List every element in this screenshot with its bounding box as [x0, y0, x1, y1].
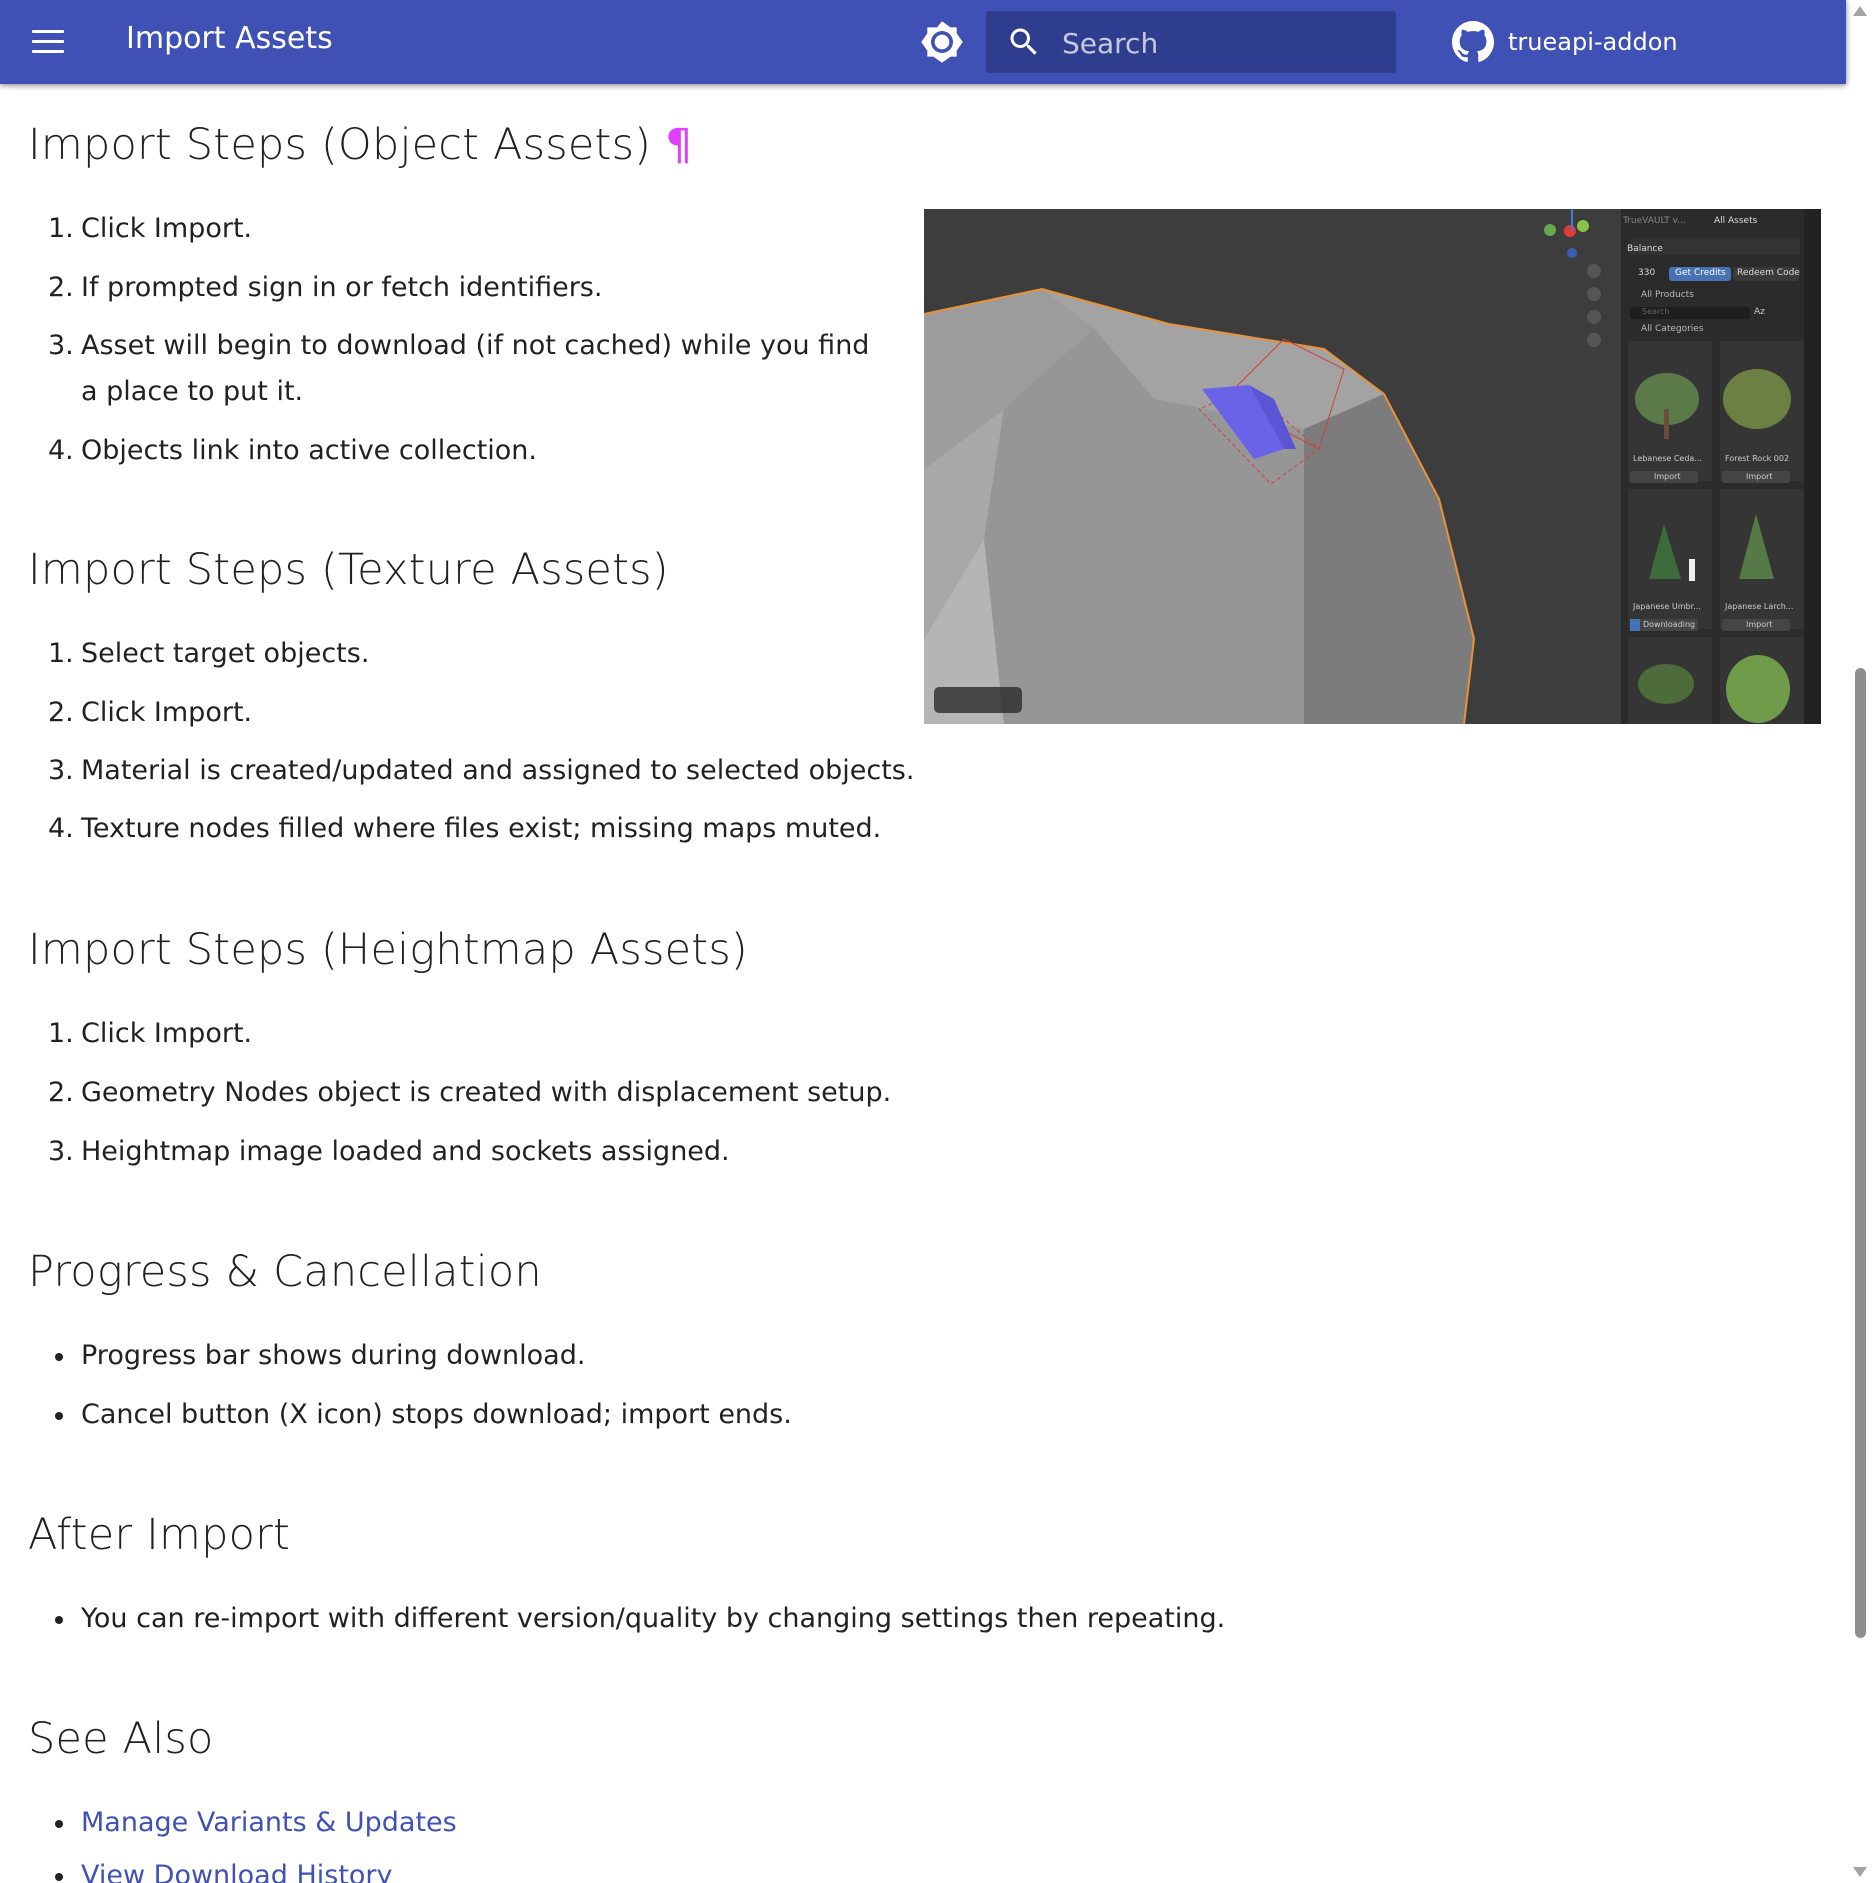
asset-name: Japanese Umbr... — [1633, 602, 1701, 611]
page-title: Import Assets — [126, 21, 333, 56]
panel-title: TrueVAULT v... — [1623, 216, 1686, 226]
panel-scope: All Assets — [1714, 216, 1758, 226]
asset-name: Lebanese Ceda... — [1633, 454, 1702, 463]
repo-name: trueapi-addon — [1508, 28, 1678, 56]
menu-icon[interactable] — [30, 27, 66, 57]
list-item: 1. Click Import. — [48, 213, 253, 244]
search-placeholder: Search — [1062, 27, 1159, 60]
list-item: 3. Heightmap image loaded and sockets ass… — [48, 1136, 730, 1167]
brightness-icon[interactable] — [920, 20, 964, 64]
section-heading-progress: Progress & Cancellation — [28, 1247, 542, 1297]
balance-label: Balance — [1627, 244, 1663, 254]
categories-label: All Categories — [1641, 324, 1704, 334]
section-heading-heightmap-assets: Import Steps (Heightmap Assets) — [28, 925, 748, 975]
section-heading-after-import: After Import — [28, 1510, 291, 1560]
texture-steps-list: 1. Select target objects. 2. Click Import.… — [28, 631, 914, 852]
object-steps-list: 1. Click Import. 2. If prompted sign in or… — [28, 206, 888, 474]
list-item: Manage Variants & Updates — [28, 1800, 457, 1846]
list-item: 1. Click Import. — [48, 1018, 253, 1049]
link-manage-variants[interactable]: Manage Variants & Updates — [81, 1807, 457, 1838]
asset-action: Import — [1746, 472, 1773, 481]
products-label: All Products — [1641, 290, 1694, 300]
github-icon — [1452, 21, 1494, 62]
heightmap-steps-list: 1. Click Import. 2. Geometry Nodes object … — [28, 1011, 891, 1175]
asset-action: Import — [1654, 472, 1681, 481]
section-heading-see-also: See Also — [28, 1714, 214, 1764]
see-also-list: Manage Variants & Updates View Download … — [28, 1800, 457, 1883]
blender-screenshot: TrueVAULT v... All Assets Balance 330 Ge… — [924, 209, 1821, 724]
search-icon — [1010, 28, 1037, 55]
list-item: 3. Material is created/updated and assign… — [48, 755, 915, 786]
scroll-up-arrow-icon[interactable] — [1853, 6, 1867, 16]
list-item: 2. If prompted sign in or fetch identifie… — [48, 272, 603, 303]
list-item: 4. Texture nodes filled where files exist… — [48, 813, 882, 844]
list-item: You can re-import with different version… — [28, 1596, 1225, 1642]
list-item: 2. Geometry Nodes object is created with … — [48, 1077, 892, 1108]
after-import-list: You can re-import with different version… — [28, 1596, 1225, 1642]
scrollbar-thumb[interactable] — [1855, 668, 1866, 1638]
scrollbar[interactable] — [1846, 0, 1873, 1883]
search-input[interactable]: Search — [986, 11, 1396, 73]
list-item: View Download History — [28, 1853, 457, 1883]
asset-name: Forest Rock 002 — [1725, 454, 1790, 463]
section-heading-texture-assets: Import Steps (Texture Assets) — [28, 545, 669, 595]
repository-link[interactable]: trueapi-addon — [1452, 20, 1678, 64]
list-item: Progress bar shows during download. — [28, 1333, 792, 1379]
progress-list: Progress bar shows during download. Canc… — [28, 1333, 792, 1438]
permalink-icon[interactable]: ¶ — [665, 120, 693, 170]
asset-name: Japanese Larch... — [1725, 602, 1794, 611]
list-item: 3. Asset will begin to download (if not c… — [48, 330, 870, 407]
asset-action: Downloading — [1643, 620, 1696, 629]
top-app-bar: Import Assets Search trueapi-addon — [0, 0, 1846, 84]
viewport-illustration — [924, 209, 1821, 724]
list-item: Cancel button (X icon) stops download; i… — [28, 1392, 792, 1438]
get-credits-button: Get Credits — [1675, 268, 1726, 278]
list-item: 1. Select target objects. — [48, 638, 370, 669]
panel-search: Search — [1642, 307, 1670, 316]
list-item: 4. Objects link into active collection. — [48, 435, 537, 466]
redeem-code-button: Redeem Code — [1737, 268, 1800, 278]
balance-value: 330 — [1638, 268, 1656, 278]
sort-label: Az — [1754, 307, 1765, 317]
section-heading-object-assets: Import Steps (Object Assets) ¶ — [28, 120, 693, 170]
asset-action: Import — [1746, 620, 1773, 629]
scroll-down-arrow-icon[interactable] — [1853, 1867, 1867, 1877]
link-download-history[interactable]: View Download History — [81, 1860, 393, 1883]
list-item: 2. Click Import. — [48, 697, 253, 728]
